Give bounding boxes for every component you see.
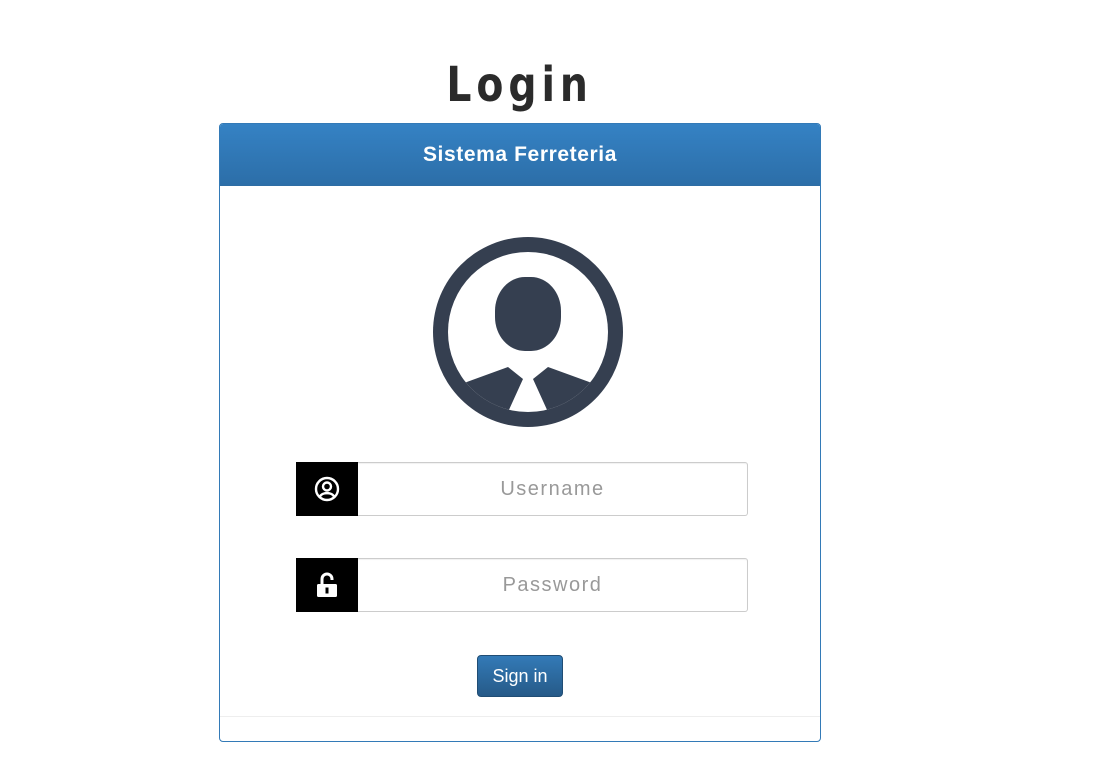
panel-footer-divider xyxy=(220,716,820,717)
panel-heading: Sistema Ferreteria xyxy=(220,124,820,186)
password-input[interactable] xyxy=(358,558,748,612)
password-group xyxy=(296,558,748,612)
sign-in-button[interactable]: Sign in xyxy=(477,655,563,697)
user-circle-icon xyxy=(296,462,358,516)
unlock-icon xyxy=(296,558,358,612)
user-avatar-icon xyxy=(433,237,623,427)
page-title: Login xyxy=(446,57,593,113)
login-panel: Sistema Ferreteria Username Sign in xyxy=(219,123,821,742)
username-input[interactable] xyxy=(358,462,748,516)
username-group xyxy=(296,462,748,516)
